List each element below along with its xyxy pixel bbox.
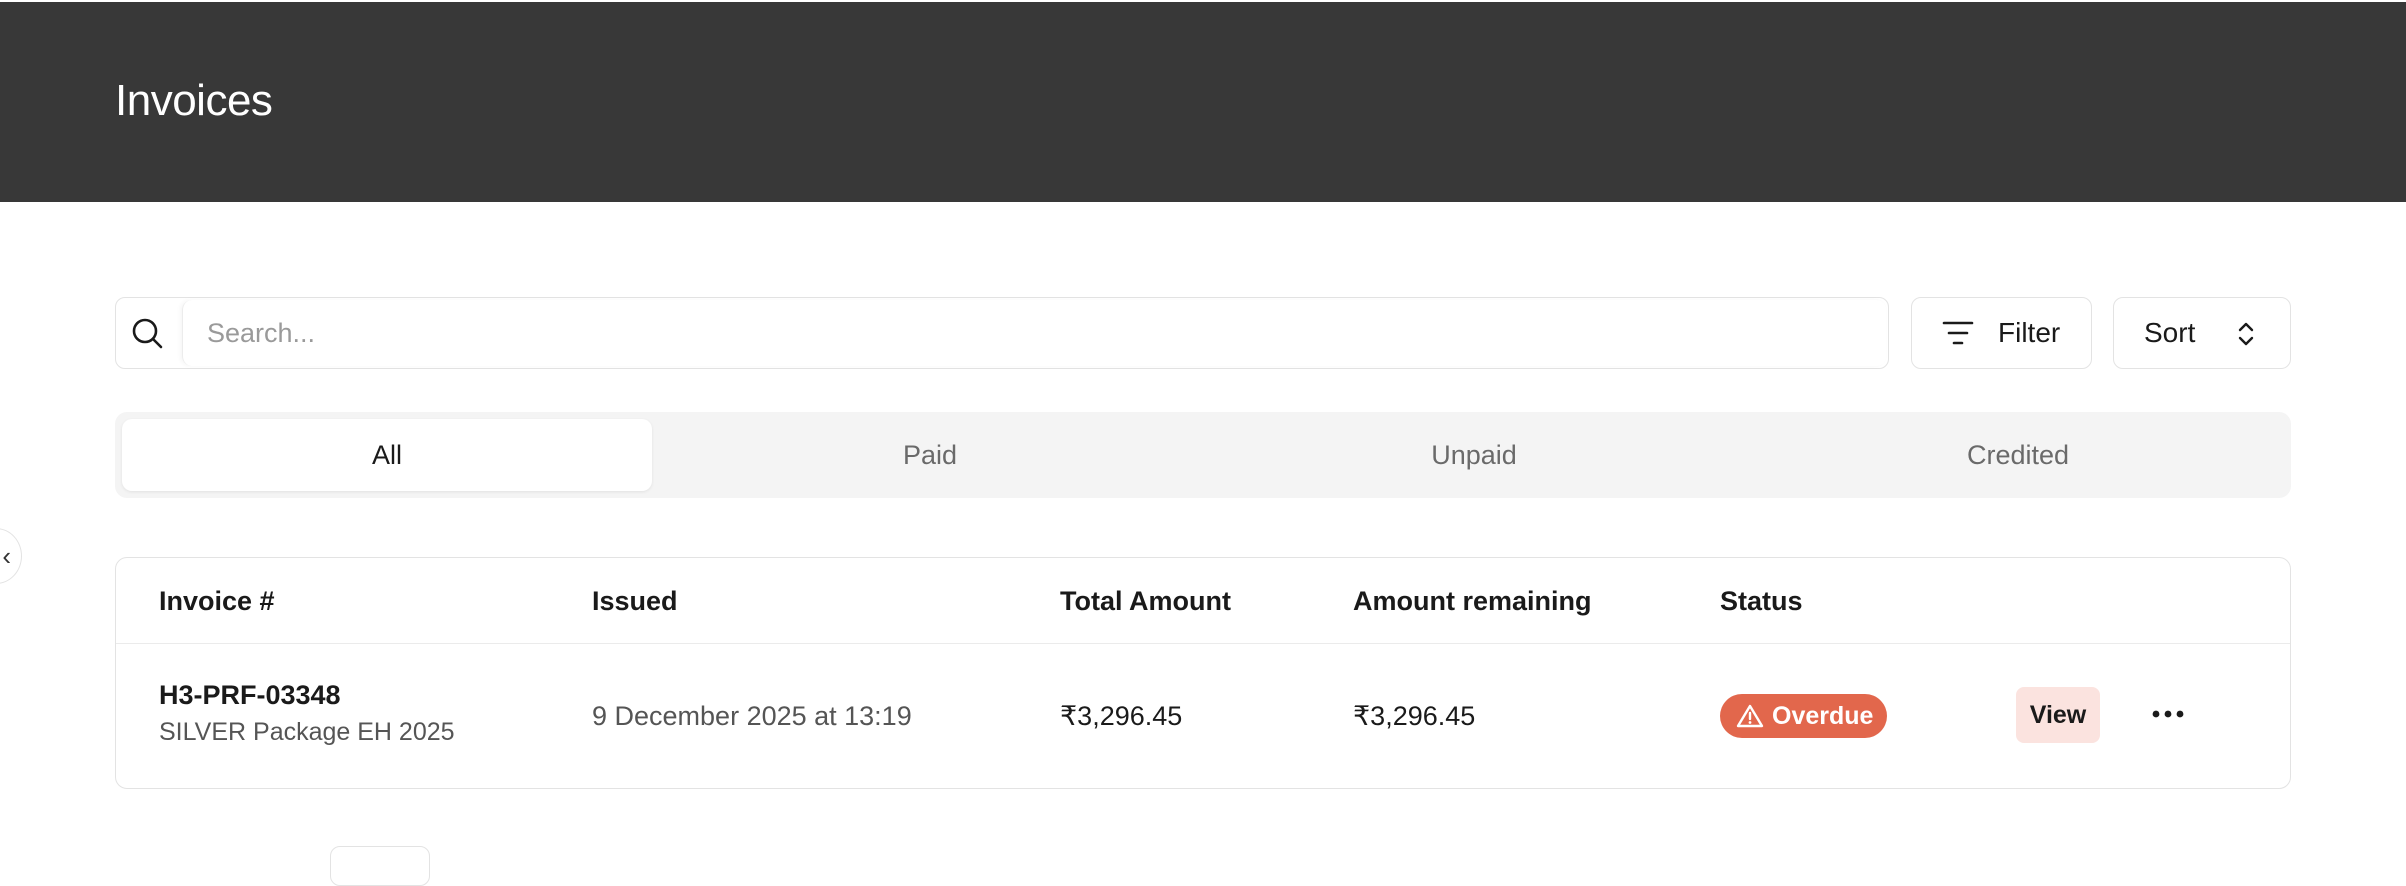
view-button[interactable]: View xyxy=(2016,687,2100,743)
column-header-status[interactable]: Status xyxy=(1720,586,1803,617)
table-header: Invoice # Issued Total Amount Amount rem… xyxy=(116,558,2290,644)
sidebar-toggle-button[interactable]: ‹ xyxy=(0,528,22,584)
page-title: Invoices xyxy=(115,76,273,125)
sort-button[interactable]: Sort xyxy=(2113,297,2291,369)
invoice-number: H3-PRF-03348 xyxy=(159,680,341,710)
sort-icon xyxy=(2238,322,2254,346)
filter-label: Filter xyxy=(1998,317,2061,348)
page-header: Invoices xyxy=(0,2,2406,202)
filter-button[interactable]: Filter xyxy=(1911,297,2092,369)
tab-credited[interactable]: Credited xyxy=(1753,419,2283,491)
pagination-control[interactable] xyxy=(330,846,430,886)
more-icon xyxy=(2152,710,2184,718)
filter-icon xyxy=(1942,321,1974,345)
search-box xyxy=(115,297,1889,369)
invoices-table: Invoice # Issued Total Amount Amount rem… xyxy=(115,557,2291,789)
status-badge: Overdue xyxy=(1720,694,1887,738)
tab-all[interactable]: All xyxy=(122,419,652,491)
status-tabs: All Paid Unpaid Credited xyxy=(115,412,2291,498)
tab-unpaid[interactable]: Unpaid xyxy=(1209,419,1739,491)
status-label: Overdue xyxy=(1772,701,1874,730)
chevron-left-icon: ‹ xyxy=(2,541,11,571)
warning-icon xyxy=(1736,704,1764,728)
column-header-invoice[interactable]: Invoice # xyxy=(159,586,275,617)
search-input[interactable] xyxy=(182,300,1886,366)
sort-label: Sort xyxy=(2144,317,2196,348)
column-header-amount-remaining[interactable]: Amount remaining xyxy=(1353,586,1592,617)
issued-date: 9 December 2025 at 13:19 xyxy=(592,701,912,731)
total-amount: ₹3,296.45 xyxy=(1060,701,1183,731)
more-options-button[interactable] xyxy=(2148,696,2188,732)
tab-paid[interactable]: Paid xyxy=(665,419,1195,491)
column-header-total-amount[interactable]: Total Amount xyxy=(1060,586,1231,617)
table-row[interactable]: H3-PRF-03348 SILVER Package EH 2025 9 De… xyxy=(116,644,2290,788)
search-icon[interactable] xyxy=(130,316,166,352)
invoice-description: SILVER Package EH 2025 xyxy=(159,718,455,746)
amount-remaining: ₹3,296.45 xyxy=(1353,701,1476,731)
column-header-issued[interactable]: Issued xyxy=(592,586,678,617)
